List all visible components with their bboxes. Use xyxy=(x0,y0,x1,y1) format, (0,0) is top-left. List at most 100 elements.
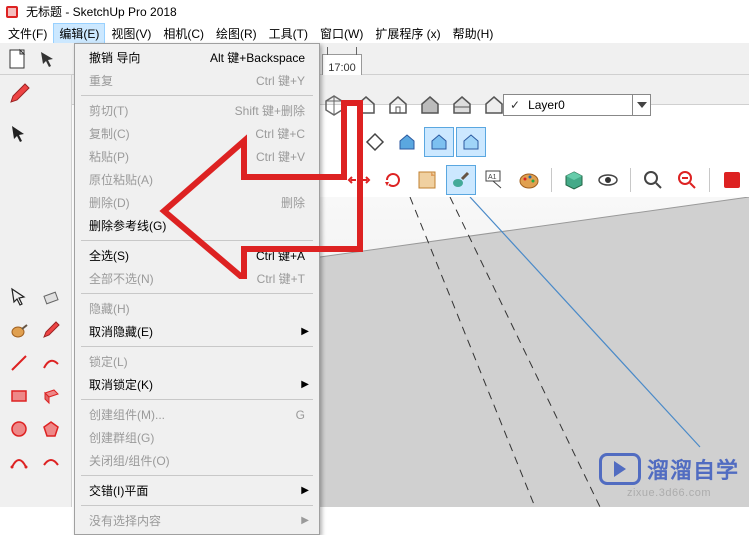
menu-edit[interactable]: 编辑(E) xyxy=(53,23,105,44)
select-arrow-icon[interactable] xyxy=(4,282,34,312)
menu-item-label: 创建群组(G) xyxy=(89,429,154,446)
submenu-arrow-icon: ▶ xyxy=(301,379,309,390)
menu-item-label: 全选(S) xyxy=(89,247,129,264)
rect3d-red-icon[interactable] xyxy=(36,381,66,411)
menu-item-label: 没有选择内容 xyxy=(89,512,161,529)
refresh-icon[interactable] xyxy=(378,165,408,195)
menu-item-label: 全部不选(N) xyxy=(89,270,154,287)
menu-item-label: 复制(C) xyxy=(89,125,130,142)
view-style-icons xyxy=(319,87,509,123)
pencil-red-icon[interactable] xyxy=(4,79,34,109)
menu-item: 粘贴(P) Ctrl 键+V xyxy=(77,145,317,168)
sheet-orange-icon[interactable] xyxy=(412,165,442,195)
watermark-brand: 溜溜自学 xyxy=(647,453,739,485)
menu-item: 没有选择内容▶ xyxy=(77,509,317,532)
menu-item-shortcut: G xyxy=(296,408,305,422)
menu-file[interactable]: 文件(F) xyxy=(2,23,53,44)
menu-item[interactable]: 全选(S) Ctrl 键+A xyxy=(77,244,317,267)
new-file-icon[interactable] xyxy=(4,45,32,73)
menu-item-label: 删除参考线(G) xyxy=(89,217,166,234)
menu-item-label: 创建组件(M)... xyxy=(89,406,165,423)
menu-camera[interactable]: 相机(C) xyxy=(157,23,210,44)
titlebar: 无标题 - SketchUp Pro 2018 xyxy=(0,0,749,23)
menu-item: 关闭组/组件(O) xyxy=(77,449,317,472)
menu-item-label: 撤销 导向 xyxy=(89,49,140,66)
text-label-icon[interactable]: A1 xyxy=(480,165,510,195)
menu-item: 全部不选(N)Ctrl 键+T xyxy=(77,267,317,290)
sketchup-app-icon xyxy=(4,4,20,20)
circle-red-icon[interactable] xyxy=(4,414,34,444)
cursor-arrow-icon[interactable] xyxy=(4,119,34,149)
line-red-icon[interactable] xyxy=(4,348,34,378)
svg-text:A1: A1 xyxy=(488,174,497,181)
house-blue-1-icon[interactable] xyxy=(392,127,422,157)
menubar: 文件(F) 编辑(E) 视图(V) 相机(C) 绘图(R) 工具(T) 窗口(W… xyxy=(0,23,749,43)
menu-item[interactable]: 撤销 导向 Alt 键+Backspace xyxy=(77,46,317,69)
arc2pt-red-icon[interactable] xyxy=(4,447,34,477)
poly-red-icon[interactable] xyxy=(36,414,66,444)
eye-icon[interactable] xyxy=(593,165,623,195)
palette-icon[interactable] xyxy=(514,165,544,195)
zoom-in-icon[interactable] xyxy=(638,165,668,195)
menu-item-shortcut: Ctrl 键+V xyxy=(256,148,305,165)
house-wire-icon[interactable] xyxy=(383,90,413,120)
cube-green-icon[interactable] xyxy=(559,165,589,195)
menu-extensions[interactable]: 扩展程序 (x) xyxy=(369,23,446,44)
menu-item[interactable]: 交错(I)平面▶ xyxy=(77,479,317,502)
menu-separator xyxy=(81,475,313,476)
paint-brush-icon[interactable] xyxy=(446,165,476,195)
pencil-icon[interactable] xyxy=(36,315,66,345)
house-outline-icon[interactable] xyxy=(351,90,381,120)
menu-item-label: 重复 xyxy=(89,72,113,89)
menu-separator xyxy=(81,240,313,241)
menu-separator xyxy=(81,293,313,294)
play-icon xyxy=(599,453,641,485)
rect-red-icon[interactable] xyxy=(4,381,34,411)
menu-item-shortcut: 删除 xyxy=(281,194,305,211)
house-shaded-icon[interactable] xyxy=(415,90,445,120)
watermark: 溜溜自学 zixue.3d66.com xyxy=(599,453,739,499)
layer-current: Layer0 xyxy=(528,98,565,112)
arrows-out-icon[interactable] xyxy=(344,165,374,195)
menu-item: 原位粘贴(A) xyxy=(77,168,317,191)
arc-red-icon[interactable] xyxy=(36,447,66,477)
arrow-icon[interactable] xyxy=(34,45,62,73)
zoom-out-icon[interactable] xyxy=(672,165,702,195)
menu-draw[interactable]: 绘图(R) xyxy=(210,23,263,44)
separator xyxy=(709,168,710,192)
eraser-icon[interactable] xyxy=(36,282,66,312)
menu-item: 创建群组(G) xyxy=(77,426,317,449)
menu-window[interactable]: 窗口(W) xyxy=(314,23,369,44)
menu-item: 锁定(L) xyxy=(77,350,317,373)
menu-item: 重复Ctrl 键+Y xyxy=(77,69,317,92)
menu-item-label: 交错(I)平面 xyxy=(89,482,148,499)
menu-help[interactable]: 帮助(H) xyxy=(447,23,500,44)
bucket-icon[interactable] xyxy=(4,315,34,345)
menu-item-label: 关闭组/组件(O) xyxy=(89,452,170,469)
menu-item-label: 取消隐藏(E) xyxy=(89,323,153,340)
curve-red-icon[interactable] xyxy=(36,348,66,378)
dropdown-button[interactable] xyxy=(632,95,650,115)
iso-view-icon[interactable] xyxy=(319,90,349,120)
menu-item[interactable]: 取消隐藏(E)▶ xyxy=(77,320,317,343)
diamond-icon[interactable] xyxy=(360,127,390,157)
house-blue-3-icon[interactable] xyxy=(456,127,486,157)
menu-item-label: 原位粘贴(A) xyxy=(89,171,153,188)
check-icon: ✓ xyxy=(510,98,520,112)
house-blue-2-icon[interactable] xyxy=(424,127,454,157)
red-box-icon[interactable] xyxy=(717,165,747,195)
menu-item[interactable]: 删除参考线(G) xyxy=(77,214,317,237)
menu-tools[interactable]: 工具(T) xyxy=(263,23,314,44)
menu-item-label: 粘贴(P) xyxy=(89,148,129,165)
chevron-down-icon xyxy=(637,102,647,108)
menu-item[interactable]: 取消锁定(K)▶ xyxy=(77,373,317,396)
menu-item: 删除(D)删除 xyxy=(77,191,317,214)
menu-view[interactable]: 视图(V) xyxy=(105,23,157,44)
layer-select[interactable]: ✓ Layer0 xyxy=(503,94,651,116)
left-toolbox xyxy=(0,75,72,507)
house-texture-icon[interactable] xyxy=(447,90,477,120)
separator xyxy=(551,168,552,192)
separator xyxy=(630,168,631,192)
menu-item-shortcut: Ctrl 键+A xyxy=(256,247,305,264)
menu-item-shortcut: Alt 键+Backspace xyxy=(210,49,305,66)
